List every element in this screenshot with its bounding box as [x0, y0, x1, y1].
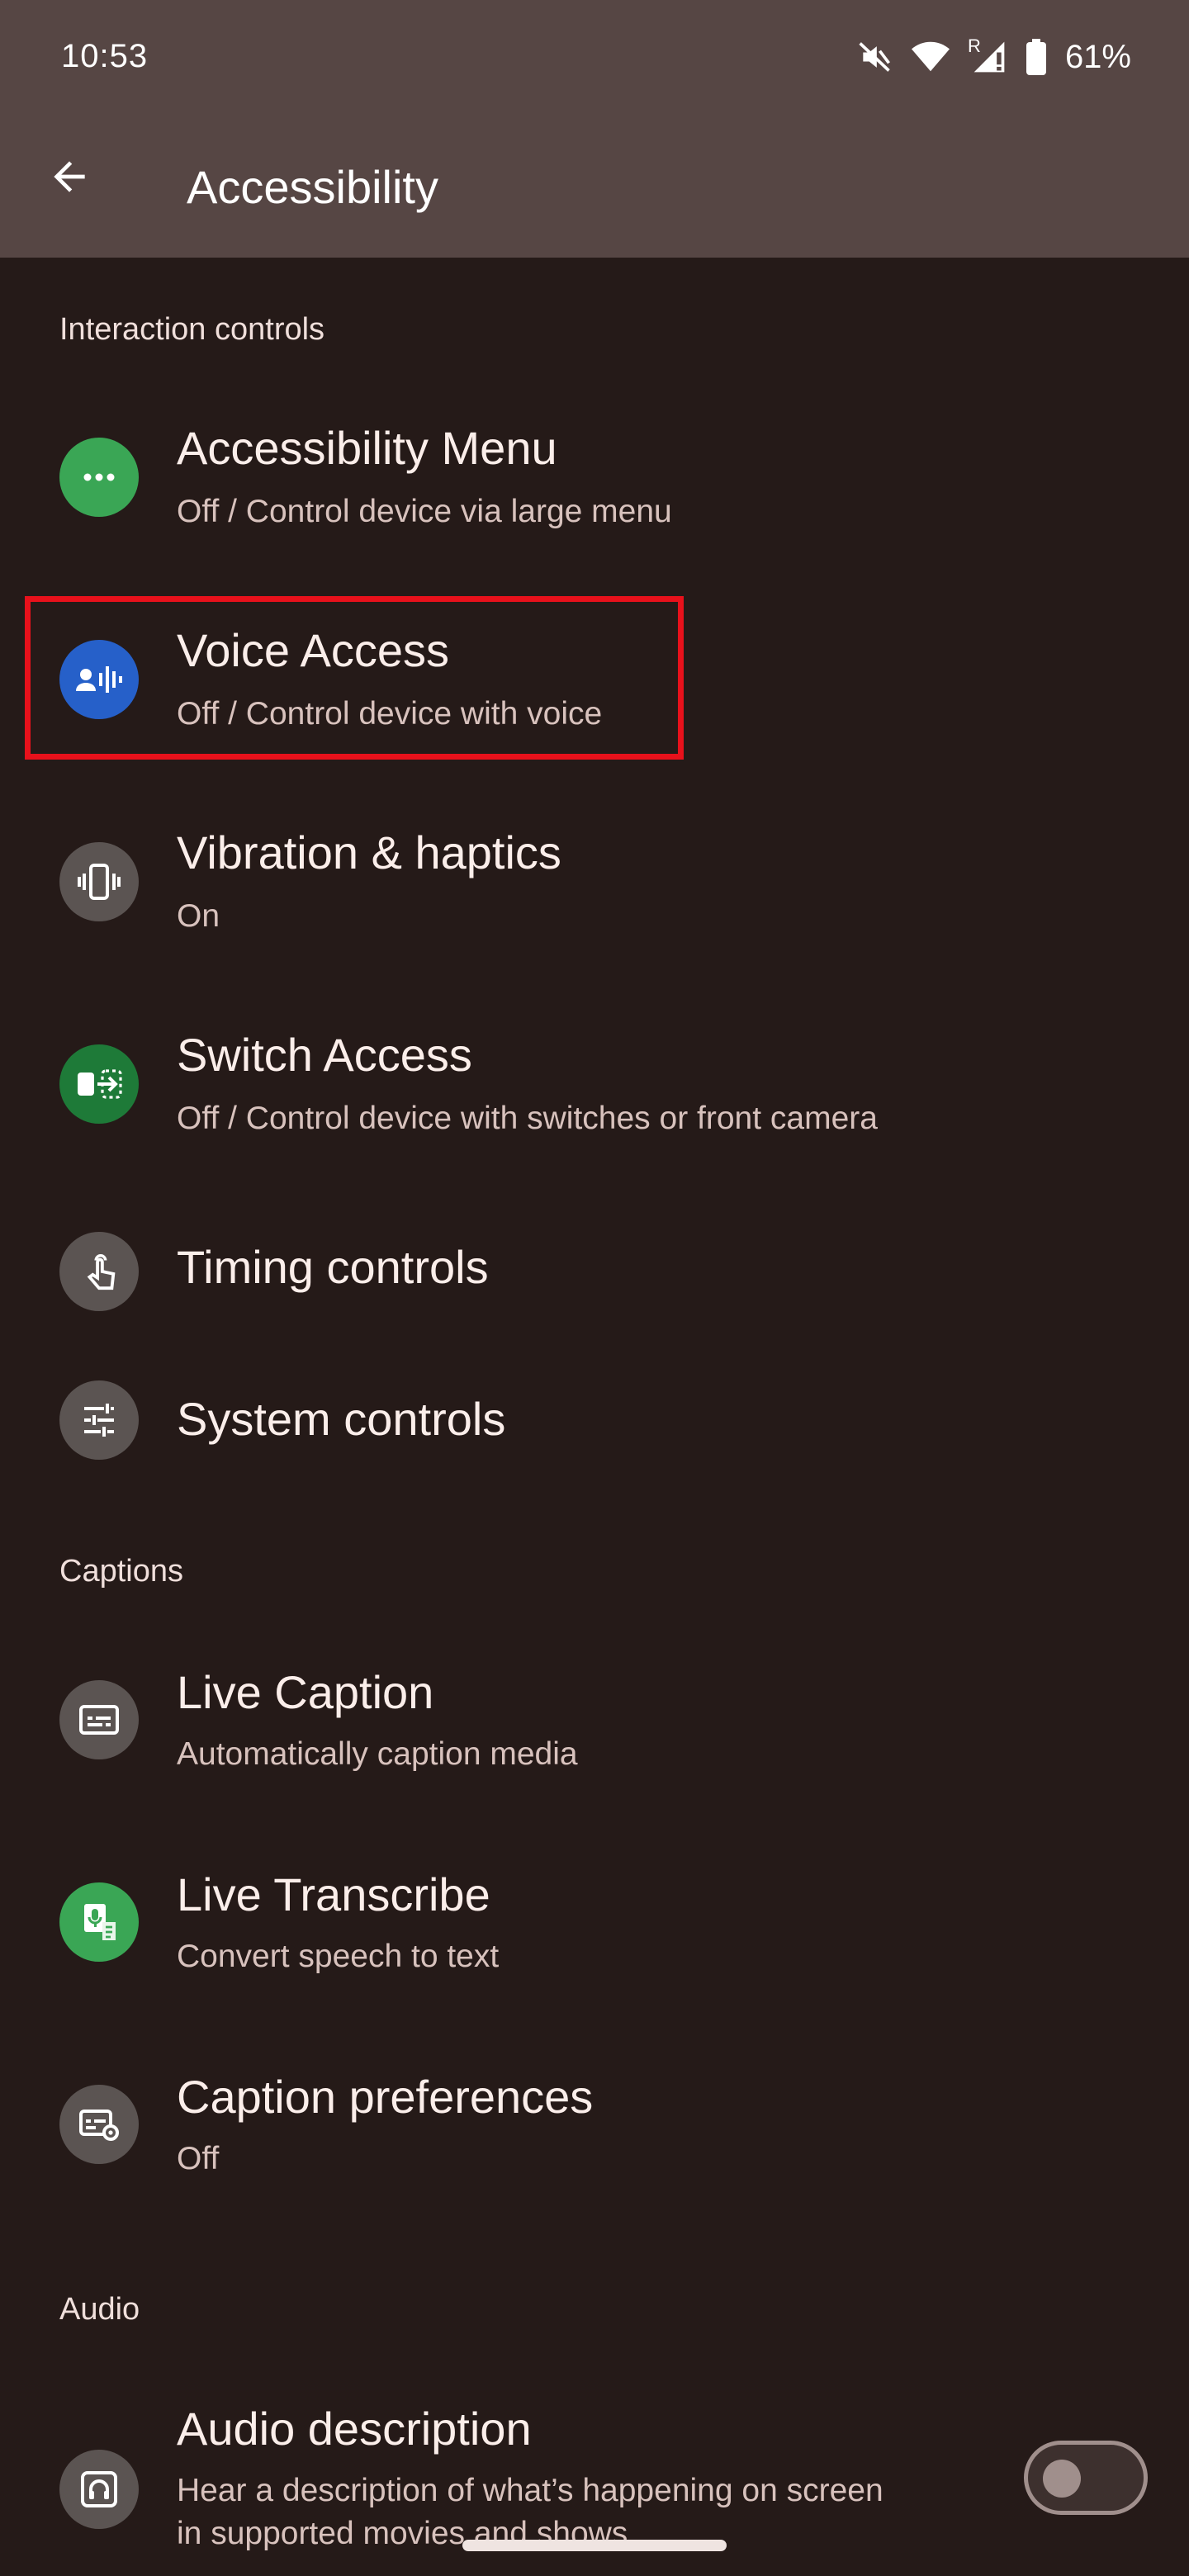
status-icons: R 61% [857, 36, 1131, 78]
accessibility-menu-title: Accessibility Menu [177, 422, 557, 474]
live-caption-subtitle: Automatically caption media [177, 1736, 578, 1772]
more-dots-icon [59, 438, 139, 517]
audio-description-icon [59, 2450, 139, 2529]
switch-access-icon [59, 1044, 139, 1124]
toggle-knob [1043, 2460, 1081, 2498]
app-bar [0, 116, 1189, 258]
switch-access-title: Switch Access [177, 1029, 472, 1081]
vibration-icon [59, 842, 139, 921]
live-transcribe-title: Live Transcribe [177, 1868, 490, 1920]
system-controls-title: System controls [177, 1393, 506, 1445]
back-button[interactable] [36, 144, 102, 210]
accessibility-menu-subtitle: Off / Control device via large menu [177, 494, 672, 529]
mute-icon [857, 39, 893, 75]
audio-description-toggle[interactable] [1024, 2441, 1148, 2515]
vibration-haptics-item[interactable]: Vibration & haptics On [0, 793, 1189, 974]
highlight-box [25, 596, 684, 760]
switch-access-subtitle: Off / Control device with switches or fr… [177, 1101, 878, 1136]
audio-description-subtitle-line1: Hear a description of what’s happening o… [177, 2473, 883, 2508]
live-caption-title: Live Caption [177, 1666, 434, 1718]
vibration-haptics-subtitle: On [177, 898, 220, 934]
home-indicator[interactable] [462, 2540, 727, 2551]
section-header-audio: Audio [59, 2292, 140, 2327]
accessibility-menu-item[interactable]: Accessibility Menu Off / Control device … [0, 388, 1189, 570]
status-time: 10:53 [61, 38, 149, 74]
audio-description-title: Audio description [177, 2403, 532, 2455]
caption-preferences-subtitle: Off [177, 2141, 220, 2176]
touch-hand-icon [59, 1232, 139, 1311]
battery-percent: 61% [1064, 38, 1131, 75]
live-caption-item[interactable]: Live Caption Automatically caption media [0, 1631, 1189, 1812]
vibration-haptics-title: Vibration & haptics [177, 826, 561, 878]
section-header-interaction-controls: Interaction controls [59, 312, 325, 347]
timing-controls-title: Timing controls [177, 1241, 489, 1293]
live-transcribe-item[interactable]: Live Transcribe Convert speech to text [0, 1833, 1189, 2015]
caption-settings-icon [59, 2085, 139, 2164]
wifi-icon [911, 40, 950, 74]
arrow-left-icon [54, 161, 85, 192]
caption-preferences-title: Caption preferences [177, 2071, 594, 2123]
section-header-captions: Captions [59, 1554, 183, 1589]
live-transcribe-icon [59, 1882, 139, 1962]
switch-access-item[interactable]: Switch Access Off / Control device with … [0, 995, 1189, 1177]
battery-icon [1026, 39, 1047, 75]
sliders-icon [59, 1380, 139, 1460]
status-bar: 10:53 R 61% [0, 0, 1189, 116]
page-title: Accessibility [187, 161, 438, 213]
caption-preferences-item[interactable]: Caption preferences Off [0, 2035, 1189, 2217]
live-transcribe-subtitle: Convert speech to text [177, 1939, 500, 1974]
system-controls-item[interactable]: System controls [0, 1346, 1189, 1494]
roaming-label: R [967, 36, 981, 56]
timing-controls-item[interactable]: Timing controls [0, 1197, 1189, 1346]
live-caption-icon [59, 1680, 139, 1759]
cell-signal-icon: R [967, 36, 1007, 75]
